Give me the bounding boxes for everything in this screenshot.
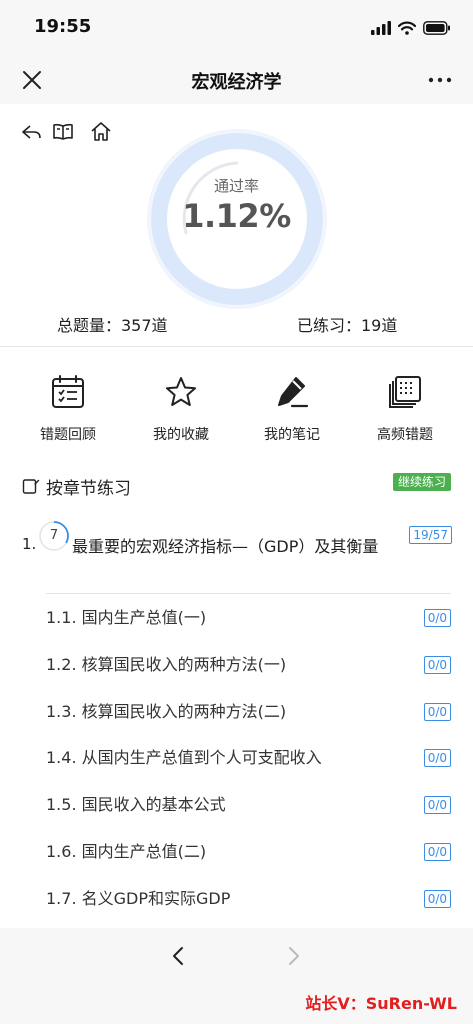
status-bar: 19:55 bbox=[0, 0, 473, 56]
chapter-title: 最重要的宏观经济指标—（GDP）及其衡量 bbox=[72, 537, 379, 556]
nav-bar: 宏观经济学 bbox=[0, 56, 473, 104]
favorites-label: 我的收藏 bbox=[153, 427, 209, 443]
list-item-label: 1.7. 名义GDP和实际GDP bbox=[46, 889, 231, 908]
chevron-left-icon[interactable] bbox=[168, 945, 190, 967]
calendar-list-icon bbox=[52, 375, 84, 408]
status-icons bbox=[371, 20, 451, 36]
section-header: 按章节练习 bbox=[22, 474, 131, 499]
book-icon[interactable] bbox=[51, 120, 75, 144]
divider bbox=[46, 593, 451, 594]
continue-practice-button[interactable]: 继续练习 bbox=[392, 473, 451, 491]
total-questions: 总题量：357道 bbox=[57, 316, 168, 335]
star-icon bbox=[166, 377, 196, 406]
count-badge: 0/0 bbox=[423, 890, 451, 908]
wrong-review-button[interactable]: 错题回顾 bbox=[18, 374, 118, 444]
chapter-count-badge: 19/57 bbox=[409, 526, 452, 544]
cellular-signal-icon bbox=[371, 21, 391, 35]
list-item-label: 1.3. 核算国民收入的两种方法(二) bbox=[46, 702, 287, 721]
list-item[interactable]: 1.1. 国内生产总值(一) 0/0 bbox=[46, 606, 451, 630]
list-item[interactable]: 1.7. 名义GDP和实际GDP 0/0 bbox=[46, 887, 451, 911]
notes-button[interactable]: 我的笔记 bbox=[242, 374, 342, 444]
count-badge: 0/0 bbox=[423, 843, 451, 861]
list-item[interactable]: 1.2. 核算国民收入的两种方法(一) 0/0 bbox=[46, 653, 451, 677]
list-item-label: 1.2. 核算国民收入的两种方法(一) bbox=[46, 655, 287, 674]
wifi-icon bbox=[398, 21, 416, 35]
edit-note-icon bbox=[22, 479, 40, 494]
bottom-bar: 站长V：SuRen-WL bbox=[0, 928, 473, 1024]
count-badge: 0/0 bbox=[423, 703, 451, 721]
wrong-review-label: 错题回顾 bbox=[40, 427, 96, 443]
back-icon[interactable] bbox=[20, 120, 44, 144]
list-item-label: 1.5. 国民收入的基本公式 bbox=[46, 795, 226, 814]
home-icon[interactable] bbox=[89, 120, 113, 144]
pass-rate-value: 1.12% bbox=[182, 197, 291, 235]
frequent-wrong-button[interactable]: 高频错题 bbox=[355, 374, 455, 444]
list-item[interactable]: 1.6. 国内生产总值(二) 0/0 bbox=[46, 840, 451, 864]
count-badge: 0/0 bbox=[423, 656, 451, 674]
section-title: 按章节练习 bbox=[46, 478, 131, 499]
list-item-label: 1.6. 国内生产总值(二) bbox=[46, 842, 207, 861]
favorites-button[interactable]: 我的收藏 bbox=[131, 374, 231, 444]
more-icon[interactable] bbox=[427, 70, 453, 90]
practiced-count: 已练习：19道 bbox=[297, 316, 398, 335]
chevron-right-icon[interactable] bbox=[282, 945, 304, 967]
list-item[interactable]: 1.3. 核算国民收入的两种方法(二) 0/0 bbox=[46, 700, 451, 724]
list-item-label: 1.1. 国内生产总值(一) bbox=[46, 608, 207, 627]
stacked-cards-icon bbox=[389, 376, 421, 408]
notes-label: 我的笔记 bbox=[264, 427, 320, 443]
pass-rate-label: 通过率 bbox=[213, 177, 259, 195]
page-title: 宏观经济学 bbox=[191, 72, 282, 93]
pen-icon bbox=[278, 377, 309, 408]
frequent-wrong-label: 高频错题 bbox=[377, 427, 433, 443]
status-time: 19:55 bbox=[34, 16, 92, 37]
battery-icon bbox=[423, 21, 450, 35]
list-item[interactable]: 1.5. 国民收入的基本公式 0/0 bbox=[46, 793, 451, 817]
divider bbox=[0, 346, 473, 347]
watermark: 站长V：SuRen-WL bbox=[305, 994, 457, 1013]
list-item[interactable]: 1.4. 从国内生产总值到个人可支配收入 0/0 bbox=[46, 746, 451, 770]
count-badge: 0/0 bbox=[423, 609, 451, 627]
count-badge: 0/0 bbox=[423, 749, 451, 767]
count-badge: 0/0 bbox=[423, 796, 451, 814]
list-item-label: 1.4. 从国内生产总值到个人可支配收入 bbox=[46, 748, 322, 767]
